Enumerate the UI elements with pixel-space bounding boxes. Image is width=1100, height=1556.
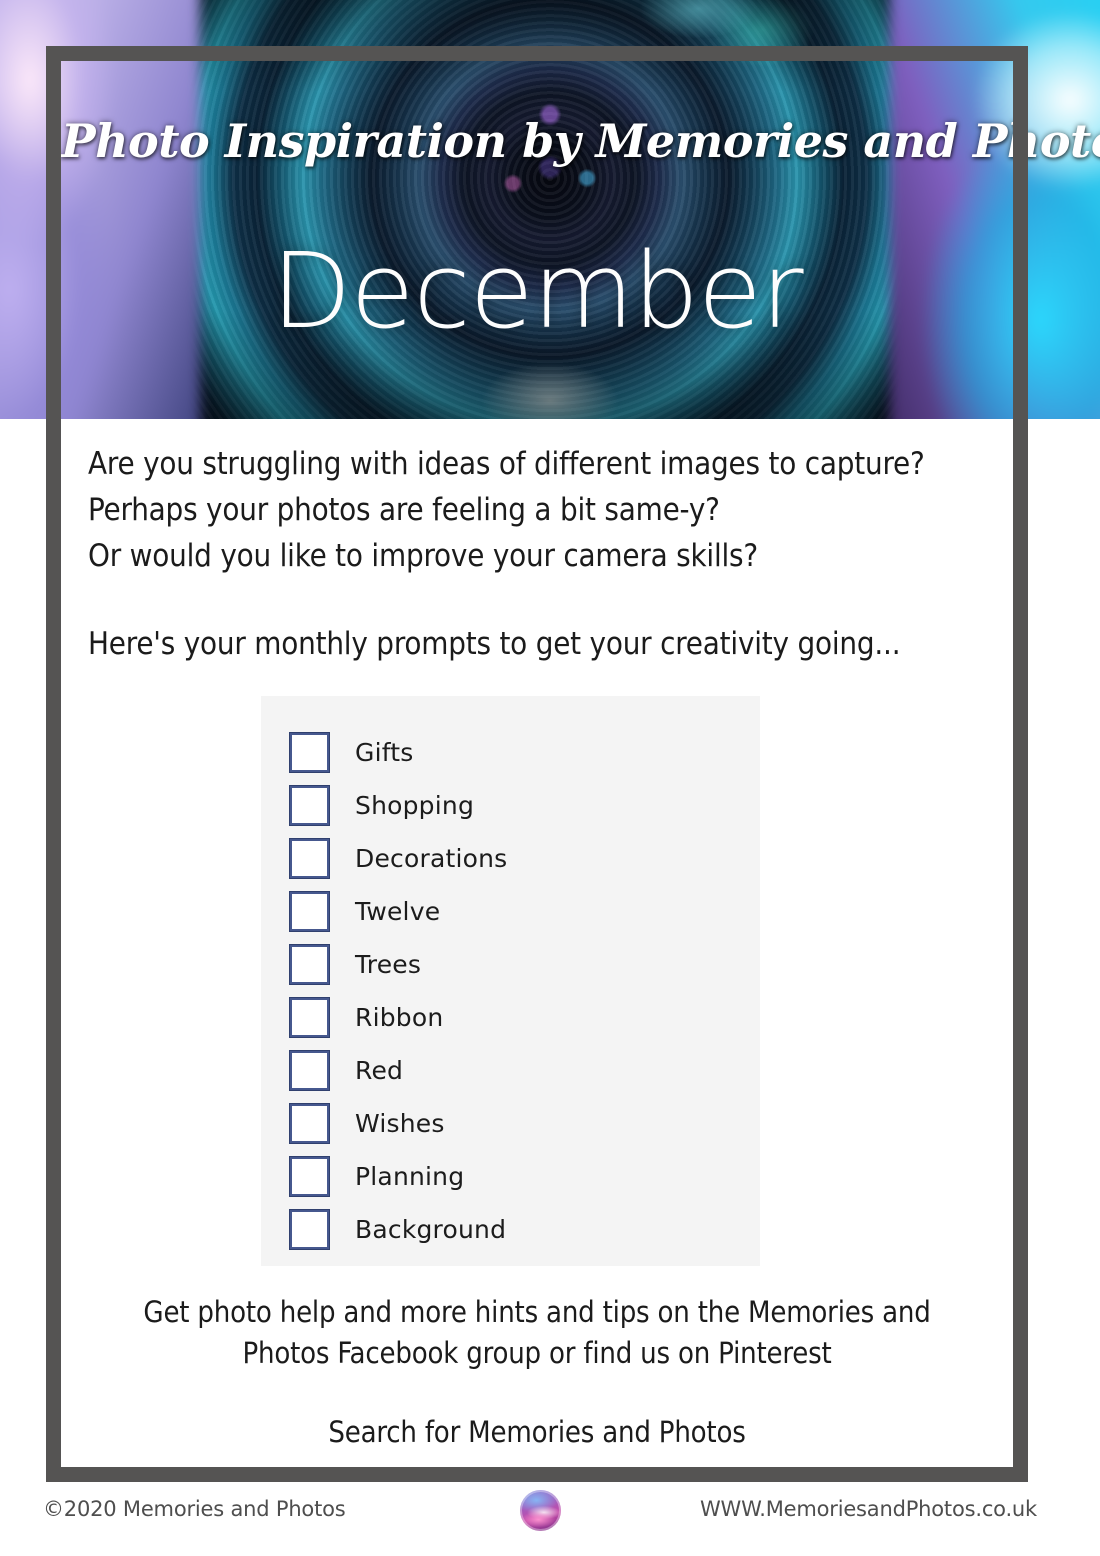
- printable-worksheet-page: Photo Inspiration by Memories and Photos…: [0, 0, 1100, 1556]
- checklist-row[interactable]: Planning: [261, 1150, 760, 1203]
- checklist-row[interactable]: Red: [261, 1044, 760, 1097]
- checkbox-icon[interactable]: [289, 1156, 330, 1197]
- copyright-text: ©2020 Memories and Photos: [43, 1497, 346, 1521]
- brand-title: Photo Inspiration by Memories and Photos: [61, 114, 1100, 168]
- outro-spacer: [61, 1374, 1013, 1412]
- checklist-row[interactable]: Twelve: [261, 885, 760, 938]
- checkbox-icon[interactable]: [289, 891, 330, 932]
- outro-line-1: Get photo help and more hints and tips o…: [143, 1295, 931, 1329]
- checklist-item-label: Shopping: [355, 791, 475, 820]
- outro-paragraph: Get photo help and more hints and tips o…: [61, 1292, 1013, 1453]
- checklist-item-label: Decorations: [355, 844, 508, 873]
- website-url: WWW.MemoriesandPhotos.co.uk: [699, 1497, 1037, 1521]
- outro-line-2: Photos Facebook group or find us on Pint…: [242, 1336, 832, 1370]
- checklist-row[interactable]: Wishes: [261, 1097, 760, 1150]
- checkbox-icon[interactable]: [289, 997, 330, 1038]
- checkbox-icon[interactable]: [289, 1209, 330, 1250]
- intro-spacer: [88, 579, 998, 621]
- checklist-item-label: Trees: [355, 950, 422, 979]
- checklist-row[interactable]: Background: [261, 1203, 760, 1256]
- intro-line-3: Or would you like to improve your camera…: [88, 538, 758, 574]
- intro-line-2: Perhaps your photos are feeling a bit sa…: [88, 492, 720, 528]
- prompt-checklist-panel: Gifts Shopping Decorations Twelve Trees Ribbo…: [261, 696, 760, 1266]
- checklist-row[interactable]: Trees: [261, 938, 760, 991]
- checkbox-icon[interactable]: [289, 1050, 330, 1091]
- checkbox-icon[interactable]: [289, 732, 330, 773]
- memories-and-photos-logo-icon: [520, 1490, 561, 1531]
- outro-line-3: Search for Memories and Photos: [328, 1415, 746, 1449]
- intro-line-1: Are you struggling with ideas of differe…: [88, 446, 925, 482]
- checklist-item-label: Planning: [355, 1162, 465, 1191]
- checkbox-icon[interactable]: [289, 785, 330, 826]
- intro-paragraph: Are you struggling with ideas of differe…: [88, 441, 998, 667]
- page-title-month: December: [271, 230, 803, 352]
- checklist-item-label: Twelve: [355, 897, 441, 926]
- page-footer: ©2020 Memories and Photos WWW.Memoriesan…: [0, 1490, 1100, 1556]
- checklist-item-label: Ribbon: [355, 1003, 444, 1032]
- body-content-area: Are you struggling with ideas of differe…: [61, 419, 1013, 1467]
- intro-line-4: Here's your monthly prompts to get your …: [88, 626, 901, 662]
- checklist-item-label: Background: [355, 1215, 507, 1244]
- checklist-row[interactable]: Shopping: [261, 779, 760, 832]
- checkbox-icon[interactable]: [289, 1103, 330, 1144]
- checklist-row[interactable]: Gifts: [261, 726, 760, 779]
- checklist-row[interactable]: Ribbon: [261, 991, 760, 1044]
- checklist-item-label: Gifts: [355, 738, 414, 767]
- checkbox-icon[interactable]: [289, 944, 330, 985]
- checkbox-icon[interactable]: [289, 838, 330, 879]
- header-text-block: Photo Inspiration by Memories and Photos…: [61, 61, 1100, 419]
- checklist-item-label: Red: [355, 1056, 404, 1085]
- checklist-row[interactable]: Decorations: [261, 832, 760, 885]
- checklist-item-label: Wishes: [355, 1109, 445, 1138]
